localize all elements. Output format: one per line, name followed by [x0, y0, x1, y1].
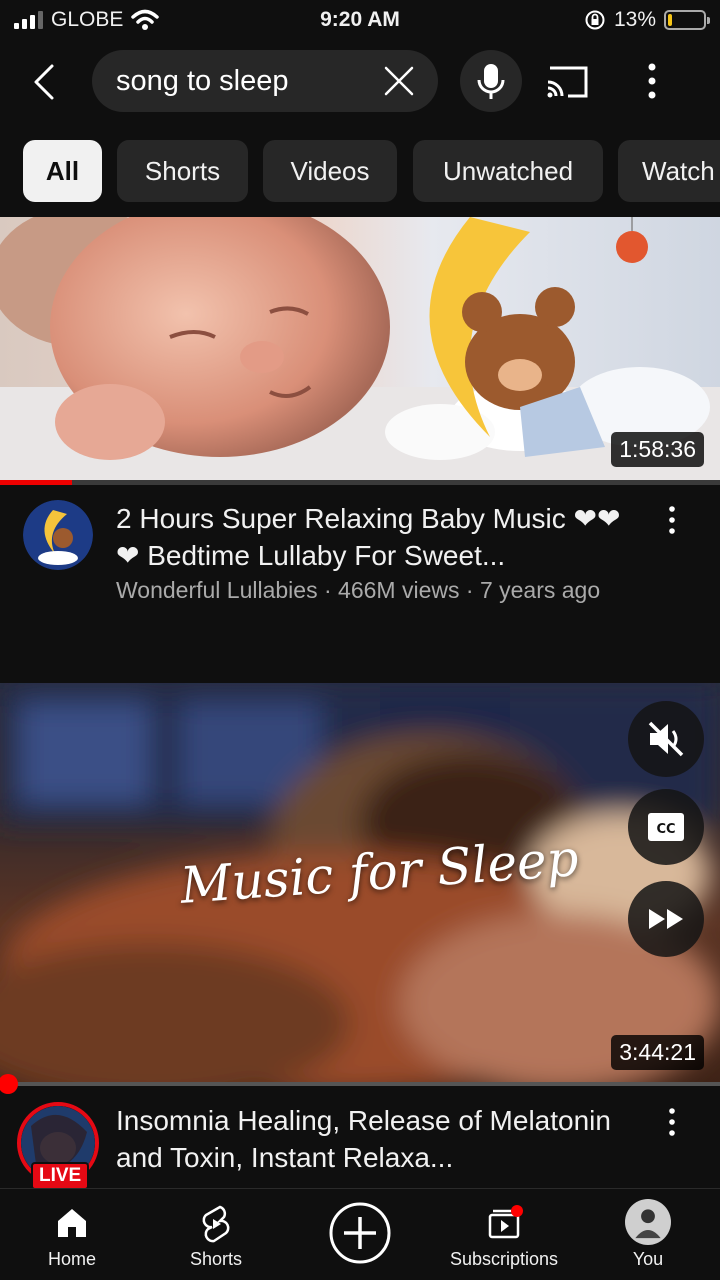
- nav-you[interactable]: You: [576, 1189, 720, 1280]
- nav-you-label: You: [632, 1249, 664, 1269]
- live-channel-avatar[interactable]: LIVE: [17, 1102, 99, 1188]
- more-options-icon[interactable]: [630, 58, 674, 104]
- nav-shorts-label: Shorts: [189, 1249, 243, 1269]
- video-more-icon[interactable]: [660, 1104, 684, 1144]
- clear-search-icon[interactable]: [380, 62, 418, 100]
- battery-fill: [668, 14, 673, 26]
- closed-captions-icon: CC: [648, 813, 684, 841]
- profile-avatar-icon: [625, 1199, 671, 1245]
- channel-name[interactable]: Wonderful Lullabies: [116, 577, 318, 603]
- cast-icon[interactable]: [540, 58, 590, 104]
- view-count: 466M views: [338, 577, 460, 603]
- preview-progress-bar[interactable]: [0, 1074, 720, 1094]
- back-arrow-icon[interactable]: [24, 60, 68, 104]
- chip-videos[interactable]: Videos: [263, 140, 397, 202]
- subscriptions-icon: [488, 1205, 523, 1239]
- video-thumbnail[interactable]: Music for Sleep CC 3:44:21: [0, 683, 720, 1085]
- status-bar: GLOBE 9:20 AM 13%: [0, 0, 720, 40]
- microphone-icon: [477, 64, 505, 99]
- chip-all[interactable]: All: [23, 140, 102, 202]
- moon-bear-avatar-icon: [23, 500, 93, 570]
- video-more-icon[interactable]: [660, 502, 684, 542]
- video-duration: 1:58:36: [611, 432, 704, 467]
- nav-home[interactable]: Home: [0, 1189, 144, 1280]
- battery-icon: [664, 10, 710, 30]
- search-box[interactable]: [92, 50, 438, 112]
- shorts-icon: [202, 1205, 230, 1243]
- chip-unwatched[interactable]: Unwatched: [413, 140, 603, 202]
- video-subtitle: Wonderful Lullabies · 466M views · 7 yea…: [116, 577, 601, 603]
- video-meta: LIVE Insomnia Healing, Release of Melato…: [0, 1102, 720, 1188]
- chip-watch[interactable]: Watch: [618, 140, 720, 202]
- chip-shorts[interactable]: Shorts: [117, 140, 248, 202]
- nav-create[interactable]: [288, 1189, 432, 1280]
- watch-progress-bar: [0, 480, 720, 485]
- search-header: [0, 50, 720, 114]
- nav-home-label: Home: [47, 1249, 96, 1269]
- search-input[interactable]: [116, 50, 366, 112]
- nav-subscriptions[interactable]: Subscriptions: [432, 1189, 576, 1280]
- channel-avatar[interactable]: [23, 500, 93, 570]
- fast-forward-button[interactable]: [628, 881, 704, 957]
- video-thumbnail[interactable]: 1:58:36: [0, 217, 720, 483]
- fast-forward-icon: [649, 909, 683, 929]
- battery-percent: 13%: [613, 8, 656, 31]
- mute-button[interactable]: [628, 701, 704, 777]
- create-plus-icon: [329, 1202, 391, 1264]
- orientation-lock-icon: [585, 10, 605, 30]
- watch-progress-played: [0, 480, 72, 485]
- nav-subscriptions-label: Subscriptions: [449, 1249, 559, 1269]
- volume-muted-icon: [648, 721, 684, 757]
- progress-scrubber[interactable]: [0, 1074, 18, 1094]
- home-icon: [58, 1209, 86, 1237]
- video-title[interactable]: 2 Hours Super Relaxing Baby Music ❤❤❤ Be…: [116, 500, 636, 574]
- svg-text:CC: CC: [656, 822, 675, 837]
- bottom-navigation: Home Shorts Subscriptions You: [0, 1188, 720, 1280]
- filter-chips: All Shorts Videos Unwatched Watch: [0, 140, 720, 202]
- captions-button[interactable]: CC: [628, 789, 704, 865]
- upload-age: 7 years ago: [479, 577, 601, 603]
- video-duration: 3:44:21: [611, 1035, 704, 1070]
- video-title[interactable]: Insomnia Healing, Release of Melatonin a…: [116, 1102, 636, 1176]
- nav-shorts[interactable]: Shorts: [144, 1189, 288, 1280]
- live-badge: LIVE: [31, 1162, 90, 1188]
- voice-search-button[interactable]: [460, 50, 522, 112]
